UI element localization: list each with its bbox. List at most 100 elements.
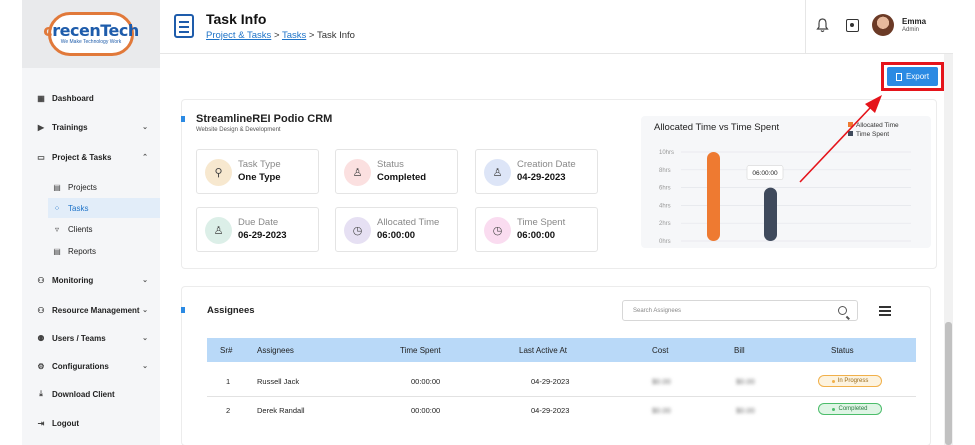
monitoring-icon: ⚇	[37, 275, 45, 285]
logo-area: crecenTech We Make Technology Work	[22, 0, 160, 68]
sidebar-item-resource-management[interactable]: ⚇ Resource Management ⌄	[22, 300, 160, 320]
clients-icon: ▿	[54, 224, 59, 234]
column-header-status: Status	[831, 345, 854, 355]
page: crecenTech We Make Technology Work ▦ Das…	[0, 0, 975, 445]
cell-assignee: Russell Jack	[257, 377, 300, 386]
top-header: Task Info Project & Tasks > Tasks > Task…	[160, 0, 953, 54]
document-icon	[895, 72, 902, 81]
cell-sr: 1	[226, 377, 231, 386]
avatar[interactable]	[872, 14, 894, 36]
sidebar-subitem-reports[interactable]: ▤ Reports	[22, 241, 160, 261]
breadcrumb-link-tasks[interactable]: Tasks	[282, 30, 306, 41]
tile-value: 06:00:00	[517, 230, 556, 241]
resource-icon: ⚇	[37, 305, 45, 315]
chevron-down-icon: ⌄	[142, 363, 148, 370]
chart-svg: 0hrs 2hrs 4hrs 6hrs 8hrs 10hrs 06:00:00	[659, 150, 911, 245]
creation-user-icon: ♙	[484, 159, 511, 186]
status-dot	[831, 379, 835, 383]
status-user-icon: ♙	[344, 159, 371, 186]
header-user-area: Emma Admin	[805, 0, 953, 54]
search-icon[interactable]	[838, 306, 847, 315]
cell-sr: 2	[226, 406, 231, 415]
scrollbar-thumb[interactable]	[945, 322, 952, 445]
sidebar-subitem-label: Reports	[68, 246, 97, 256]
y-tick-label: 4hrs	[659, 203, 671, 209]
tile-value: 06-29-2023	[238, 230, 287, 241]
brand-tagline: We Make Technology Work	[60, 39, 122, 45]
tile-value: 04-29-2023	[517, 172, 566, 183]
chart-title: Allocated Time vs Time Spent	[654, 122, 780, 133]
cell-last-active: 04-29-2023	[531, 377, 570, 386]
cell-time-spent: 00:00:00	[411, 377, 441, 386]
column-header-cost: Cost	[652, 345, 669, 355]
column-header-time-spent: Time Spent	[400, 345, 441, 355]
task-info-icon	[174, 14, 194, 38]
sidebar-item-label: Monitoring	[52, 275, 94, 285]
brand-name-initial: c	[43, 21, 53, 40]
brand-name: crecenTech	[43, 21, 139, 40]
projects-icon: ▤	[53, 182, 61, 192]
row-divider	[207, 396, 916, 397]
sidebar-item-label: Project & Tasks	[52, 152, 112, 162]
status-badge: Completed	[818, 403, 882, 415]
column-header-assignees: Assignees	[257, 345, 294, 355]
column-header-sr: Sr#	[220, 345, 233, 355]
breadcrumb-separator: >	[273, 30, 280, 41]
task-type-icon: ⚲	[205, 159, 232, 186]
assignees-title: Assignees	[207, 305, 255, 316]
sidebar-item-label: Dashboard	[52, 93, 94, 103]
tile-label: Creation Date	[517, 159, 576, 170]
sidebar-item-label: Resource Management	[52, 305, 140, 315]
sidebar-item-monitoring[interactable]: ⚇ Monitoring ⌄	[22, 270, 160, 290]
bar-allocated-time[interactable]	[707, 152, 720, 241]
sidebar-item-configurations[interactable]: ⚙ Configurations ⌄	[22, 356, 160, 376]
sidebar-item-project-tasks[interactable]: ▭ Project & Tasks ⌃	[22, 147, 160, 167]
cell-assignee: Derek Randall	[257, 406, 305, 415]
sidebar-item-users-teams[interactable]: ⚉ Users / Teams ⌄	[22, 328, 160, 348]
export-button[interactable]: Export	[887, 67, 938, 86]
tile-task-type: ⚲ Task Type One Type	[196, 149, 319, 194]
search-assignees-field[interactable]: Search Assignees	[622, 300, 858, 321]
filter-sliders-icon[interactable]	[879, 304, 891, 317]
cell-bill: $0.00	[736, 406, 755, 415]
sidebar-item-download-client[interactable]: ⤓ Download Client	[22, 384, 160, 404]
sidebar: crecenTech We Make Technology Work ▦ Das…	[22, 0, 160, 445]
sidebar-subitem-label: Projects	[68, 182, 97, 192]
legend-label: Time Spent	[856, 131, 889, 138]
trainings-icon: ▶	[37, 122, 45, 132]
breadcrumb-link-project-tasks[interactable]: Project & Tasks	[206, 30, 271, 41]
profile-card-icon[interactable]	[846, 19, 859, 32]
dashboard-icon: ▦	[37, 93, 45, 103]
sidebar-item-dashboard[interactable]: ▦ Dashboard	[22, 88, 160, 108]
bell-icon[interactable]	[816, 18, 830, 34]
cell-bill: $0.00	[736, 377, 755, 386]
chevron-up-icon: ⌃	[142, 154, 148, 161]
sidebar-subitem-tasks[interactable]: ⁘ Tasks	[48, 198, 160, 218]
cell-last-active: 04-29-2023	[531, 406, 570, 415]
brand-name-rest: recenTech	[52, 21, 139, 40]
export-label: Export	[905, 72, 930, 81]
breadcrumb-separator: >	[308, 30, 315, 41]
legend-entry-spent[interactable]: Time Spent	[848, 130, 899, 139]
status-badge: In Progress	[818, 375, 882, 387]
y-tick-label: 10hrs	[659, 150, 674, 156]
users-icon: ⚉	[37, 333, 45, 343]
column-header-last-active: Last Active At	[519, 345, 568, 355]
status-badge-label: Completed	[838, 406, 868, 412]
y-tick-label: 0hrs	[659, 239, 671, 245]
sidebar-item-logout[interactable]: ⇥ Logout	[22, 413, 160, 433]
sidebar-item-trainings[interactable]: ▶ Trainings ⌄	[22, 117, 160, 137]
chevron-down-icon: ⌄	[142, 277, 148, 284]
sidebar-subitem-clients[interactable]: ▿ Clients	[22, 219, 160, 239]
y-tick-label: 8hrs	[659, 168, 671, 174]
sidebar-item-label: Configurations	[52, 361, 109, 371]
chevron-down-icon: ⌄	[142, 335, 148, 342]
sidebar-subitem-label: Clients	[68, 224, 93, 234]
clock-icon: ◷	[344, 217, 371, 244]
legend-entry-allocated[interactable]: Allocated Time	[848, 121, 899, 130]
brand-logo[interactable]: crecenTech We Make Technology Work	[43, 12, 139, 56]
bar-time-spent[interactable]	[764, 187, 777, 241]
chevron-down-icon: ⌄	[142, 307, 148, 314]
sidebar-subitem-projects[interactable]: ▤ Projects	[22, 177, 160, 197]
chart-tooltip-label: 06:00:00	[752, 170, 778, 177]
